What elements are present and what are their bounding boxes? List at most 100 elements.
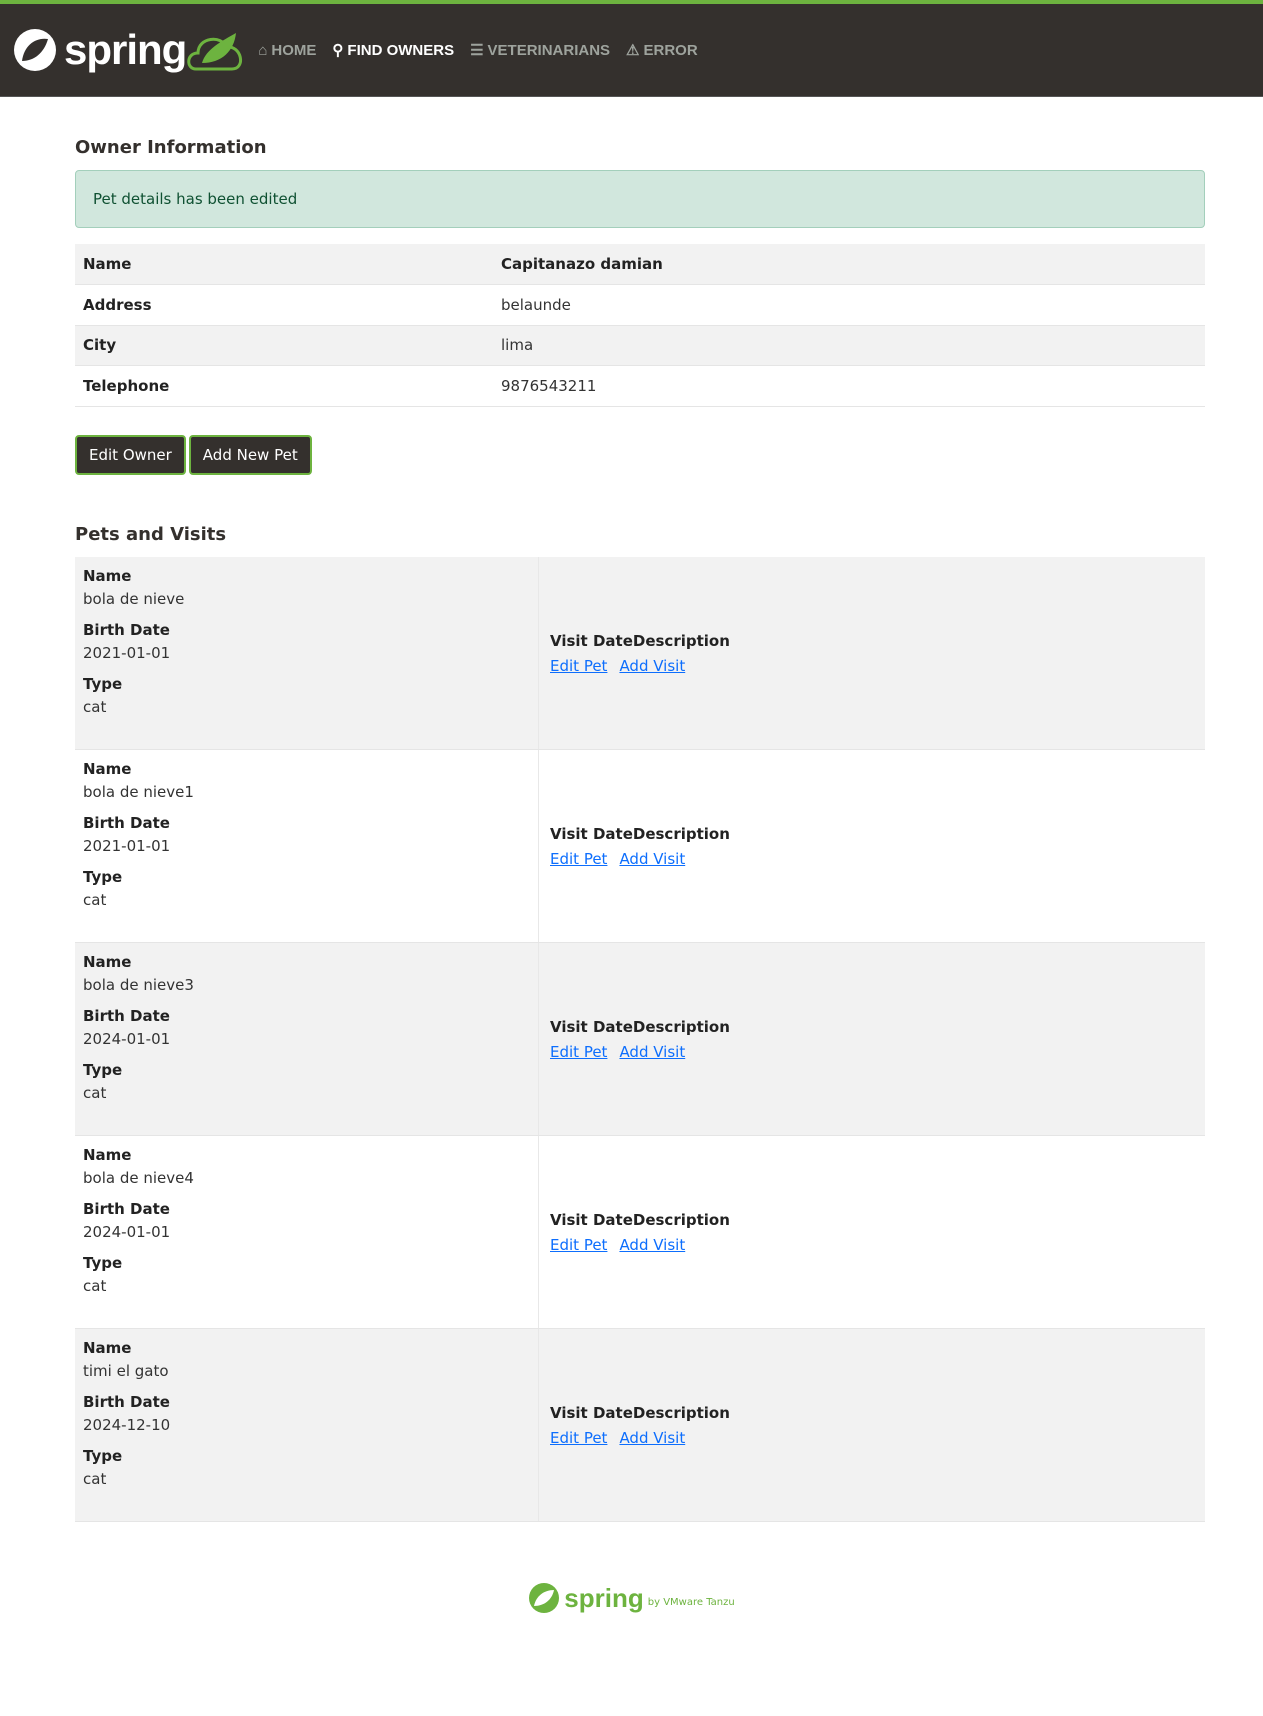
list-icon: ☰ bbox=[470, 42, 484, 59]
nav-home-label: HOME bbox=[271, 41, 317, 59]
pet-type-label: Type bbox=[83, 868, 123, 886]
pet-birth-date: 2021-01-01 bbox=[83, 644, 171, 662]
visit-date-header: Visit Date bbox=[550, 824, 633, 843]
pet-row: Name bola de nieve4 Birth Date 2024-01-01 … bbox=[75, 1136, 1205, 1329]
row-value: belaunde bbox=[493, 284, 1205, 326]
description-header: Description bbox=[632, 1403, 730, 1422]
table-row: City lima bbox=[75, 325, 1205, 366]
pet-type: cat bbox=[83, 891, 107, 909]
pet-info: Name bola de nieve Birth Date 2021-01-01 T… bbox=[75, 557, 538, 749]
owner-table: Name Capitanazo damian Address belaunde Ci… bbox=[75, 244, 1205, 407]
pet-type: cat bbox=[83, 1277, 107, 1295]
add-new-pet-button[interactable]: Add New Pet bbox=[188, 434, 312, 475]
add-visit-link[interactable]: Add Visit bbox=[619, 1429, 685, 1447]
pet-birth-date: 2024-12-10 bbox=[83, 1416, 171, 1434]
visit-date-header: Visit Date bbox=[550, 1017, 633, 1036]
pet-birth-date: 2021-01-01 bbox=[83, 837, 171, 855]
pet-birth-label: Birth Date bbox=[83, 1393, 170, 1411]
table-row: Name Capitanazo damian bbox=[75, 244, 1205, 285]
owner-title: Owner Information bbox=[75, 137, 267, 158]
visits-table: Visit DateDescription Edit Pet Add Visit bbox=[538, 750, 1205, 942]
row-label: Address bbox=[75, 284, 493, 326]
edit-pet-link[interactable]: Edit Pet bbox=[550, 657, 607, 675]
warning-icon: ⚠ bbox=[626, 42, 640, 59]
search-icon: ⚲ bbox=[332, 42, 344, 59]
pet-type: cat bbox=[83, 1470, 107, 1488]
row-value: 9876543211 bbox=[493, 365, 1205, 407]
pet-name: bola de nieve4 bbox=[83, 1169, 194, 1187]
visits-table: Visit DateDescription Edit Pet Add Visit bbox=[538, 943, 1205, 1135]
pets-list: Name bola de nieve Birth Date 2021-01-01 T… bbox=[75, 557, 1205, 1522]
pet-name: bola de nieve bbox=[83, 590, 185, 608]
pet-name: timi el gato bbox=[83, 1362, 169, 1380]
add-visit-link[interactable]: Add Visit bbox=[619, 1236, 685, 1254]
footer-logo: spring by VMware Tanzu bbox=[0, 1582, 1263, 1614]
spring-logo[interactable]: spring bbox=[12, 26, 248, 74]
visits-table: Visit DateDescription Edit Pet Add Visit bbox=[538, 1136, 1205, 1328]
edit-pet-link[interactable]: Edit Pet bbox=[550, 1043, 607, 1061]
footer-logo-text: spring bbox=[564, 1582, 644, 1613]
pets-title: Pets and Visits bbox=[75, 524, 227, 545]
visit-date-header: Visit Date bbox=[550, 1403, 633, 1422]
edit-pet-link[interactable]: Edit Pet bbox=[550, 850, 607, 868]
pet-birth-label: Birth Date bbox=[83, 1200, 170, 1218]
pet-type: cat bbox=[83, 698, 107, 716]
visits-table: Visit DateDescription Edit Pet Add Visit bbox=[538, 1329, 1205, 1521]
nav-error-label: ERROR bbox=[643, 41, 698, 59]
description-header: Description bbox=[632, 631, 730, 650]
edit-pet-link[interactable]: Edit Pet bbox=[550, 1429, 607, 1447]
row-label: City bbox=[75, 325, 493, 366]
nav-veterinarians-label: VETERINARIANS bbox=[487, 41, 611, 59]
navbar: spring ⌂ HOME ⚲ FIND OWNERS ☰ VETERINARIANS… bbox=[0, 4, 1263, 97]
nav-veterinarians[interactable]: ☰ VETERINARIANS bbox=[470, 41, 611, 60]
pet-type-label: Type bbox=[83, 675, 123, 693]
success-alert: Pet details has been edited bbox=[75, 170, 1205, 228]
pet-info: Name bola de nieve1 Birth Date 2021-01-01 … bbox=[75, 750, 538, 942]
table-row: Telephone 9876543211 bbox=[75, 365, 1205, 407]
row-label: Name bbox=[75, 244, 493, 285]
home-icon: ⌂ bbox=[258, 41, 268, 59]
description-header: Description bbox=[632, 1017, 730, 1036]
nav-error[interactable]: ⚠ ERROR bbox=[626, 41, 698, 60]
add-visit-link[interactable]: Add Visit bbox=[619, 1043, 685, 1061]
pet-type-label: Type bbox=[83, 1061, 123, 1079]
visit-date-header: Visit Date bbox=[550, 1210, 633, 1229]
spring-leaf-icon bbox=[529, 1583, 560, 1613]
pets-section: Pets and Visits Name bola de nieve Birth … bbox=[75, 524, 1205, 1522]
visit-date-header: Visit Date bbox=[550, 631, 633, 650]
edit-pet-link[interactable]: Edit Pet bbox=[550, 1236, 607, 1254]
pet-name-label: Name bbox=[83, 760, 132, 778]
pet-birth-label: Birth Date bbox=[83, 621, 170, 639]
nav-find-owners-label: FIND OWNERS bbox=[347, 41, 455, 59]
pet-row: Name timi el gato Birth Date 2024-12-10 Ty… bbox=[75, 1329, 1205, 1522]
pet-row: Name bola de nieve Birth Date 2021-01-01 T… bbox=[75, 557, 1205, 750]
pet-birth-date: 2024-01-01 bbox=[83, 1223, 171, 1241]
add-visit-link[interactable]: Add Visit bbox=[619, 657, 685, 675]
nav-home[interactable]: ⌂ HOME bbox=[258, 42, 316, 59]
pet-name: bola de nieve3 bbox=[83, 976, 194, 994]
pet-birth-label: Birth Date bbox=[83, 814, 170, 832]
logo-text: spring bbox=[64, 26, 187, 73]
pet-type: cat bbox=[83, 1084, 107, 1102]
add-visit-link[interactable]: Add Visit bbox=[619, 850, 685, 868]
pet-type-label: Type bbox=[83, 1254, 123, 1272]
pet-birth-date: 2024-01-01 bbox=[83, 1030, 171, 1048]
nav-find-owners[interactable]: ⚲ FIND OWNERS bbox=[332, 41, 455, 60]
cloud-leaf-icon bbox=[187, 33, 243, 71]
pet-birth-label: Birth Date bbox=[83, 1007, 170, 1025]
row-value: lima bbox=[493, 325, 1205, 366]
row-label: Telephone bbox=[75, 365, 493, 407]
pet-name-label: Name bbox=[83, 1339, 132, 1357]
owner-section: Owner Information Pet details has been e… bbox=[75, 137, 1205, 475]
pet-info: Name bola de nieve4 Birth Date 2024-01-01 … bbox=[75, 1136, 538, 1328]
table-row: Address belaunde bbox=[75, 284, 1205, 326]
spring-leaf-icon bbox=[14, 29, 56, 71]
pet-name-label: Name bbox=[83, 567, 132, 585]
pet-name-label: Name bbox=[83, 953, 132, 971]
pet-info: Name bola de nieve3 Birth Date 2024-01-01 … bbox=[75, 943, 538, 1135]
pet-name: bola de nieve1 bbox=[83, 783, 194, 801]
description-header: Description bbox=[632, 824, 730, 843]
pet-info: Name timi el gato Birth Date 2024-12-10 Ty… bbox=[75, 1329, 538, 1521]
description-header: Description bbox=[632, 1210, 730, 1229]
edit-owner-button[interactable]: Edit Owner bbox=[75, 434, 186, 475]
